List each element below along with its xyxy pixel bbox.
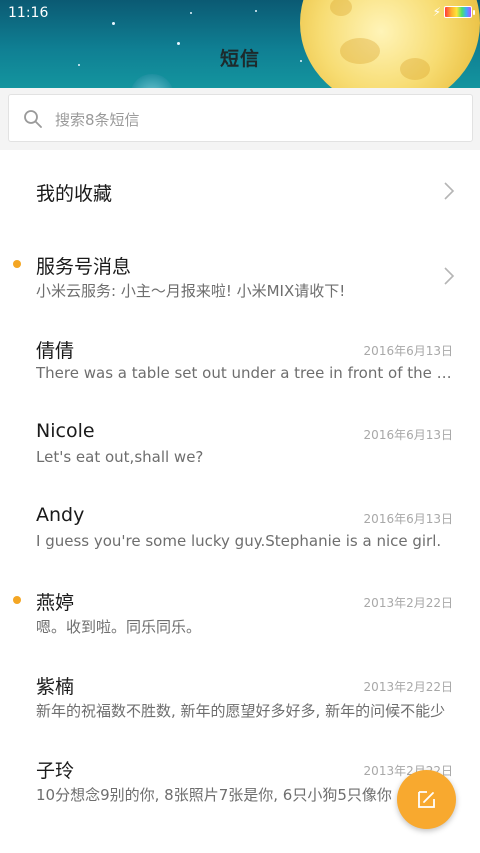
- thread-preview: Let's eat out,shall we?: [36, 448, 204, 466]
- service-messages-row[interactable]: 服务号消息 小米云服务: 小主～月报来啦! 小米MIX请收下!: [0, 234, 480, 318]
- search-icon: [24, 110, 42, 128]
- status-time: 11:16: [8, 5, 49, 21]
- thread-name: Nicole: [36, 420, 95, 442]
- search-placeholder: 搜索8条短信: [55, 111, 140, 129]
- battery-icon: [444, 6, 475, 18]
- thread-preview: 嗯。收到啦。同乐同乐。: [36, 618, 202, 636]
- chevron-right-icon: [444, 267, 455, 285]
- thread-preview: I guess you're some lucky guy.Stephanie …: [36, 532, 442, 550]
- thread-preview: There was a table set out under a tree i…: [36, 364, 456, 382]
- search-input[interactable]: 搜索8条短信: [8, 94, 473, 142]
- thread-name: Andy: [36, 504, 85, 526]
- thread-name: 紫楠: [36, 676, 75, 698]
- service-preview: 小米云服务: 小主～月报来啦! 小米MIX请收下!: [36, 282, 346, 300]
- unread-dot: [13, 260, 21, 268]
- search-bar: 搜索8条短信: [0, 88, 480, 150]
- thread-date: 2016年6月13日: [363, 344, 453, 358]
- thread-preview: 新年的祝福数不胜数, 新年的愿望好多好多, 新年的问候不能少: [36, 702, 446, 720]
- service-name: 服务号消息: [36, 256, 132, 278]
- thread-date: 2016年6月13日: [363, 428, 453, 442]
- thread-row[interactable]: 紫楠 2013年2月22日 新年的祝福数不胜数, 新年的愿望好多好多, 新年的问…: [0, 654, 480, 738]
- thread-date: 2016年6月13日: [363, 512, 453, 526]
- status-icons: ⚡: [432, 5, 475, 19]
- thread-name: 子玲: [36, 760, 75, 782]
- favorites-label: 我的收藏: [36, 183, 113, 205]
- thread-date: 2013年2月22日: [363, 596, 453, 610]
- header: 11:16 ⚡ 短信: [0, 0, 480, 88]
- thread-row[interactable]: 燕婷 2013年2月22日 嗯。收到啦。同乐同乐。: [0, 570, 480, 654]
- charging-icon: ⚡: [432, 5, 441, 19]
- thread-row[interactable]: Nicole 2016年6月13日 Let's eat out,shall we…: [0, 402, 480, 486]
- thread-name: 倩倩: [36, 340, 75, 362]
- favorites-row[interactable]: 我的收藏: [0, 150, 480, 234]
- thread-date: 2013年2月22日: [363, 680, 453, 694]
- star-decoration: [255, 10, 257, 12]
- compose-icon: [418, 791, 435, 808]
- star-decoration: [112, 22, 115, 25]
- thread-row[interactable]: Andy 2016年6月13日 I guess you're some luck…: [0, 486, 480, 570]
- small-moon-decoration: [130, 74, 174, 88]
- page-title: 短信: [219, 48, 260, 70]
- compose-button[interactable]: [397, 770, 456, 829]
- chevron-right-icon: [444, 182, 455, 200]
- unread-dot: [13, 596, 21, 604]
- star-decoration: [190, 12, 192, 14]
- thread-row[interactable]: 倩倩 2016年6月13日 There was a table set out …: [0, 318, 480, 402]
- thread-name: 燕婷: [36, 592, 75, 614]
- thread-preview: 10分想念9别的你, 8张照片7张是你, 6只小狗5只像你: [36, 786, 392, 804]
